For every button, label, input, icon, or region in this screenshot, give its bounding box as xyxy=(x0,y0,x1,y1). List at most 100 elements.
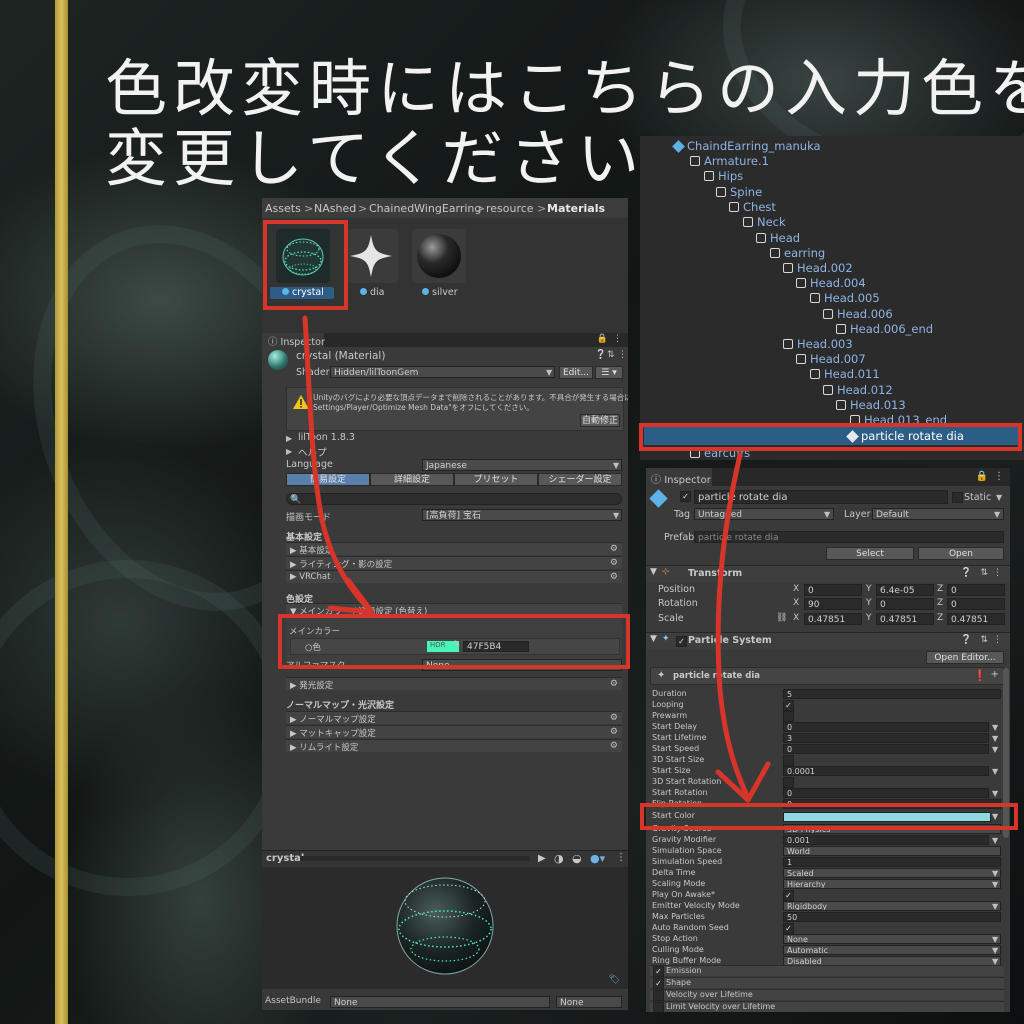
hierarchy-item-root[interactable]: ChaindEarring_manuka xyxy=(672,139,821,153)
shader-dropdown[interactable]: Hidden/lilToonGem xyxy=(330,366,555,378)
tag-dropdown[interactable]: Untagged xyxy=(694,508,834,520)
rotation-x[interactable]: 90 xyxy=(804,598,862,610)
asset-thumb-silver[interactable] xyxy=(412,229,466,283)
particle-module-header[interactable]: ✦ particle rotate dia ❗ + xyxy=(650,667,1004,685)
add-icon[interactable]: + xyxy=(991,669,999,680)
hierarchy-item[interactable]: Head.006 xyxy=(823,307,893,321)
more-options-icon[interactable]: ⋮ xyxy=(993,568,1002,578)
foldout-arrow-icon[interactable]: ▶ xyxy=(286,434,292,443)
prop-value[interactable]: 0 xyxy=(783,722,989,732)
section-basic-settings[interactable]: ▶ 基本設定 ⚙ xyxy=(286,542,622,556)
position-z[interactable]: 0 xyxy=(947,584,1005,596)
rotation-y[interactable]: 0 xyxy=(876,598,934,610)
tab-simple-settings[interactable]: 簡易設定 xyxy=(286,473,370,486)
prop-value[interactable]: Automatic xyxy=(783,945,1001,955)
gear-icon[interactable]: ⚙ xyxy=(610,558,618,568)
prop-value[interactable]: None xyxy=(783,934,1001,944)
breadcrumb-materials[interactable]: Materials xyxy=(547,202,605,215)
dropdown-arrow-icon[interactable]: ▼ xyxy=(992,734,998,743)
inspector-tab[interactable]: ⓘ Inspector xyxy=(262,333,325,348)
module-checkbox[interactable] xyxy=(653,1002,664,1012)
shader-options-button[interactable]: ☰ ▾ xyxy=(595,366,623,379)
play-on-awake-checkbox[interactable]: ✓ xyxy=(783,890,794,901)
gear-icon[interactable]: ⚙ xyxy=(610,713,618,723)
hierarchy-item[interactable]: Chest xyxy=(729,200,776,214)
info-icon[interactable]: ❗ xyxy=(973,669,987,682)
search-input[interactable]: 🔍 xyxy=(286,493,622,505)
prop-value[interactable]: World xyxy=(783,846,1001,856)
prop-value[interactable]: 0.0001 xyxy=(783,766,989,776)
tab-presets[interactable]: プリセット xyxy=(454,473,538,486)
assetbundle-variant-dropdown[interactable]: None xyxy=(556,996,622,1008)
position-x[interactable]: 0 xyxy=(804,584,862,596)
auto-random-seed-checkbox[interactable]: ✓ xyxy=(783,923,794,934)
object-name-input[interactable]: particle rotate dia xyxy=(694,490,948,504)
3d-start-rotation-checkbox[interactable] xyxy=(783,777,794,788)
light-icon[interactable]: ◒ xyxy=(572,852,582,865)
prefab-select-button[interactable]: Select xyxy=(826,547,914,560)
component-enabled-checkbox[interactable]: ✓ xyxy=(676,636,687,647)
scale-z[interactable]: 0.47851 xyxy=(947,613,1005,625)
gear-icon[interactable]: ⚙ xyxy=(610,679,618,689)
language-dropdown[interactable]: Japanese xyxy=(422,459,622,471)
prop-value[interactable]: 3 xyxy=(783,733,989,743)
lock-icon[interactable]: 🔒 xyxy=(976,471,988,482)
hierarchy-item[interactable]: Head.012 xyxy=(823,383,893,397)
preview-resize-handle[interactable] xyxy=(300,856,530,861)
gear-icon[interactable]: ⚙ xyxy=(610,544,618,554)
hierarchy-item[interactable]: Head.013 xyxy=(836,398,906,412)
preset-icon[interactable]: ⇅ xyxy=(607,350,615,360)
breadcrumb-chainedwingearring[interactable]: ChainedWingEarring xyxy=(369,202,481,215)
module-shape[interactable]: ✓ Shape xyxy=(650,977,1004,989)
section-emission[interactable]: ▶ 発光設定 ⚙ xyxy=(286,677,622,691)
preset-icon[interactable]: ⇅ xyxy=(980,635,988,645)
background-icon[interactable]: ●▾ xyxy=(590,852,605,865)
prop-value[interactable]: 5 xyxy=(783,689,1001,699)
render-mode-dropdown[interactable]: [高負荷] 宝石 xyxy=(422,509,622,521)
asset-label-silver[interactable]: silver xyxy=(422,287,458,298)
scale-y[interactable]: 0.47851 xyxy=(876,613,934,625)
hierarchy-item[interactable]: Head.002 xyxy=(783,261,853,275)
scale-x[interactable]: 0.47851 xyxy=(804,613,862,625)
inspector-tab[interactable]: ⓘ Inspector xyxy=(646,468,712,486)
prop-value[interactable]: Scaled xyxy=(783,868,1001,878)
module-limit-velocity-over-lifetime[interactable]: Limit Velocity over Lifetime xyxy=(650,1001,1004,1012)
looping-checkbox[interactable]: ✓ xyxy=(783,700,794,711)
prop-value[interactable]: 50 xyxy=(783,912,1001,922)
3d-start-size-checkbox[interactable] xyxy=(783,755,794,766)
asset-label-dia[interactable]: dia xyxy=(360,287,385,298)
dropdown-arrow-icon[interactable]: ▼ xyxy=(996,493,1002,502)
help-icon[interactable]: ❔ xyxy=(961,635,972,645)
prefab-open-button[interactable]: Open xyxy=(918,547,1004,560)
prefab-field[interactable]: particle rotate dia xyxy=(694,531,1004,543)
more-options-icon[interactable]: ⋮ xyxy=(618,350,627,360)
hierarchy-item[interactable]: Neck xyxy=(743,215,786,229)
section-lighting-shadow[interactable]: ▶ ライティング・影の設定 ⚙ xyxy=(286,556,622,570)
hierarchy-item[interactable]: Armature.1 xyxy=(690,154,769,168)
gear-icon[interactable]: ⚙ xyxy=(610,572,618,582)
static-checkbox[interactable] xyxy=(952,492,963,503)
particle-system-header[interactable]: ▼ ✦ ✓ Particle System ❔ ⇅ ⋮ xyxy=(646,632,1010,649)
rotation-z[interactable]: 0 xyxy=(947,598,1005,610)
shader-edit-button[interactable]: Edit... xyxy=(559,366,593,379)
dropdown-arrow-icon[interactable]: ▼ xyxy=(992,745,998,754)
module-checkbox[interactable]: ✓ xyxy=(653,978,664,989)
autofix-button[interactable]: 自動修正 xyxy=(580,414,620,427)
help-icon[interactable]: ❔ xyxy=(595,350,606,360)
breadcrumb-assets[interactable]: Assets xyxy=(265,202,301,215)
module-velocity-over-lifetime[interactable]: Velocity over Lifetime xyxy=(650,989,1004,1001)
section-matcap[interactable]: ▶ マットキャップ設定 ⚙ xyxy=(286,725,622,739)
play-icon[interactable]: ▶ xyxy=(538,853,546,864)
position-y[interactable]: 6.4e-05 xyxy=(876,584,934,596)
active-checkbox[interactable]: ✓ xyxy=(680,491,691,502)
section-vrchat[interactable]: ▶ VRChat ⚙ xyxy=(286,570,622,583)
sphere-mesh-icon[interactable]: ◑ xyxy=(554,852,564,865)
hierarchy-item[interactable]: Hips xyxy=(704,169,743,183)
breadcrumb-nashed[interactable]: NAshed xyxy=(314,202,356,215)
hierarchy-item[interactable]: Head.011 xyxy=(810,367,880,381)
tab-shader-settings[interactable]: シェーダー設定 xyxy=(538,473,622,486)
prop-value[interactable]: 1 xyxy=(783,857,1001,867)
hierarchy-item[interactable]: Head.005 xyxy=(810,291,880,305)
module-emission[interactable]: ✓ Emission xyxy=(650,965,1004,977)
preset-icon[interactable]: ⇅ xyxy=(980,568,988,578)
